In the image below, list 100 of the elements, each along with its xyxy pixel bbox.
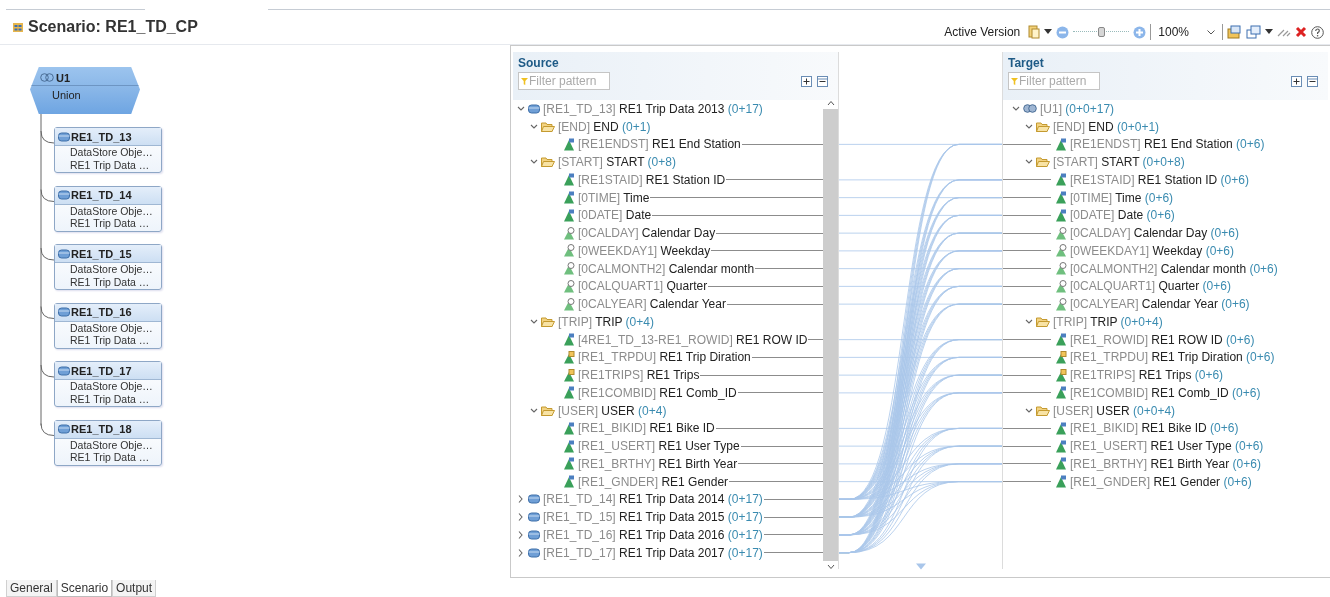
tree-item[interactable]: [0CALMONTH2] Calendar month (0+6) xyxy=(1070,261,1278,276)
tree-item[interactable]: [RE1_GNDER] RE1 Gender (0+6) xyxy=(1070,474,1252,489)
chevron-down-icon[interactable] xyxy=(1207,29,1215,35)
tree-item[interactable]: [0CALQUART1] Quarter xyxy=(578,279,708,294)
tab[interactable]: Output xyxy=(112,580,157,597)
node-name: RE1_TD_14 xyxy=(71,189,132,201)
expand-all-icon[interactable] xyxy=(801,75,812,87)
tree-item[interactable]: [START] START (0+8) xyxy=(558,155,676,170)
tree-item[interactable]: [RE1_TRPDU] RE1 Trip Diration (0+6) xyxy=(1070,350,1275,365)
tree-item[interactable]: [RE1_USERT] RE1 User Type xyxy=(578,439,740,454)
flag-icon xyxy=(563,386,575,400)
datastore-node[interactable]: RE1_TD_13 DataStore Obje… RE1 Trip Data … xyxy=(54,127,162,173)
tree-item[interactable]: [RE1_TD_14] RE1 Trip Data 2014 (0+17) xyxy=(543,492,763,507)
tree-item[interactable]: [USER] USER (0+4) xyxy=(558,403,667,418)
tree-item[interactable]: [0CALQUART1] Quarter (0+6) xyxy=(1070,279,1231,294)
filter-icon xyxy=(521,76,528,86)
tab[interactable]: Scenario xyxy=(56,580,113,597)
panel-title: Source xyxy=(518,55,560,72)
clock-icon xyxy=(563,262,575,276)
scrollbar[interactable] xyxy=(823,100,838,570)
tree-item[interactable]: [RE1_TD_13] RE1 Trip Data 2013 (0+17) xyxy=(543,101,763,116)
datastore-node[interactable]: RE1_TD_14 DataStore Obje… RE1 Trip Data … xyxy=(54,185,162,232)
mapping-line xyxy=(1003,179,1051,181)
tree-item[interactable]: [RE1STAID] RE1 Station ID xyxy=(578,172,726,187)
collapse-all-icon[interactable] xyxy=(1307,75,1318,87)
tree-item[interactable]: [RE1_BRTHY] RE1 Birth Year (0+6) xyxy=(1070,456,1261,471)
flag-icon xyxy=(563,475,575,489)
tree-item[interactable]: [0TIME] Time (0+6) xyxy=(1070,190,1174,205)
node-type: DataStore Obje… xyxy=(69,263,154,276)
tree-item[interactable]: [END] END (0+1) xyxy=(558,119,651,134)
tree-item[interactable]: [0WEEKDAY1] Weekday xyxy=(578,243,711,258)
node-type: DataStore Obje… xyxy=(69,146,154,159)
filter-icon xyxy=(1011,76,1018,86)
tree-item[interactable]: [RE1COMBID] RE1 Comb_ID xyxy=(578,385,737,400)
tree-item[interactable]: [RE1TRIPS] RE1 Trips (0+6) xyxy=(1070,368,1224,383)
tree-item[interactable]: [0DATE] Date (0+6) xyxy=(1070,208,1175,223)
tree-item[interactable]: [RE1_TD_15] RE1 Trip Data 2015 (0+17) xyxy=(543,510,763,525)
tree-item[interactable]: [RE1_TD_17] RE1 Trip Data 2017 (0+17) xyxy=(543,545,763,560)
flag-icon xyxy=(1055,333,1067,347)
tree-item[interactable]: [TRIP] TRIP (0+4) xyxy=(558,314,654,329)
tree-item[interactable]: [0CALDAY] Calendar Day xyxy=(578,226,716,241)
folder-icon xyxy=(1036,316,1050,327)
layout-icon[interactable] xyxy=(1227,25,1242,39)
scenario-icon xyxy=(12,21,24,33)
datastore-node[interactable]: RE1_TD_15 DataStore Obje… RE1 Trip Data … xyxy=(54,244,162,290)
tree-item[interactable]: [0DATE] Date xyxy=(578,208,652,223)
node-type: DataStore Obje… xyxy=(69,438,154,451)
mapping-line xyxy=(755,268,823,270)
tree-item[interactable]: [TRIP] TRIP (0+0+4) xyxy=(1053,314,1163,329)
tree-item[interactable]: [0CALYEAR] Calendar Year (0+6) xyxy=(1070,297,1250,312)
filter-field[interactable]: Filter pattern xyxy=(518,72,610,90)
node-type: DataStore Obje… xyxy=(69,321,154,334)
filter-field[interactable]: Filter pattern xyxy=(1008,72,1100,90)
zoom-dropdown[interactable]: 100% xyxy=(1155,25,1218,39)
scroll-up-icon[interactable] xyxy=(826,100,835,106)
database-icon xyxy=(528,547,540,558)
clock-icon xyxy=(563,297,575,311)
expand-all-icon[interactable] xyxy=(1291,75,1302,87)
tab[interactable]: General xyxy=(6,580,57,597)
tree-item[interactable]: [0WEEKDAY1] Weekday (0+6) xyxy=(1070,243,1234,258)
node-description: RE1 Trip Data … xyxy=(69,334,151,347)
clock-icon xyxy=(563,244,575,258)
zoom-slider[interactable] xyxy=(1073,26,1130,38)
caret-icon[interactable] xyxy=(1265,29,1273,35)
tree-item[interactable]: [RE1_TD_16] RE1 Trip Data 2016 (0+17) xyxy=(543,527,763,542)
tree-item[interactable]: [RE1_BIKID] RE1 Bike ID xyxy=(578,421,715,436)
tree-item[interactable]: [RE1_BIKID] RE1 Bike ID (0+6) xyxy=(1070,421,1239,436)
mapping-line xyxy=(1003,445,1051,447)
datastore-node[interactable]: RE1_TD_17 DataStore Obje… RE1 Trip Data … xyxy=(54,361,162,407)
tree-item[interactable]: [RE1_TRPDU] RE1 Trip Diration xyxy=(578,350,751,365)
tree-item[interactable]: [RE1ENDST] RE1 End Station (0+6) xyxy=(1070,137,1265,152)
tree-item[interactable]: [RE1_GNDER] RE1 Gender xyxy=(578,474,729,489)
tree-item[interactable]: [RE1STAID] RE1 Station ID (0+6) xyxy=(1070,172,1249,187)
tree-item[interactable]: [END] END (0+0+1) xyxy=(1053,119,1160,134)
help-icon[interactable] xyxy=(1311,25,1324,39)
tree-item[interactable]: [RE1COMBID] RE1 Comb_ID (0+6) xyxy=(1070,385,1261,400)
datastore-node[interactable]: RE1_TD_16 DataStore Obje… RE1 Trip Data … xyxy=(54,302,162,349)
tree-item[interactable]: [U1] (0+0+17) xyxy=(1040,101,1115,116)
tree-item[interactable]: [0CALDAY] Calendar Day (0+6) xyxy=(1070,226,1239,241)
datastore-node[interactable]: RE1_TD_18 DataStore Obje… RE1 Trip Data … xyxy=(54,419,162,466)
tree-item[interactable]: [RE1TRIPS] RE1 Trips xyxy=(578,368,700,383)
collapse-all-icon[interactable] xyxy=(817,75,828,87)
close-icon[interactable] xyxy=(1295,26,1307,38)
union-node[interactable]: U1 Union xyxy=(30,67,140,114)
tree-item[interactable]: [RE1_USERT] RE1 User Type (0+6) xyxy=(1070,439,1264,454)
mapping-line xyxy=(1003,250,1051,252)
node-description: RE1 Trip Data … xyxy=(69,392,151,405)
caret-icon[interactable] xyxy=(1044,29,1053,35)
scroll-down-icon[interactable] xyxy=(826,564,835,570)
tree-item[interactable]: [RE1_ROWID] RE1 ROW ID (0+6) xyxy=(1070,332,1255,347)
tree-item[interactable]: [USER] USER (0+0+4) xyxy=(1053,403,1176,418)
tree-item[interactable]: [RE1_BRTHY] RE1 Birth Year xyxy=(578,456,738,471)
tree-item[interactable]: [0CALMONTH2] Calendar month xyxy=(578,261,755,276)
tree-item[interactable]: [RE1ENDST] RE1 End Station xyxy=(578,137,741,152)
tree-item[interactable]: [4RE1_TD_13-RE1_ROWID] RE1 ROW ID xyxy=(578,332,808,347)
slider-thumb[interactable] xyxy=(1098,27,1106,37)
tree-item[interactable]: [0TIME] Time xyxy=(578,190,650,205)
tree-item[interactable]: [0CALYEAR] Calendar Year xyxy=(578,297,726,312)
mapping-line xyxy=(1003,427,1051,429)
tree-item[interactable]: [START] START (0+0+8) xyxy=(1053,155,1185,170)
